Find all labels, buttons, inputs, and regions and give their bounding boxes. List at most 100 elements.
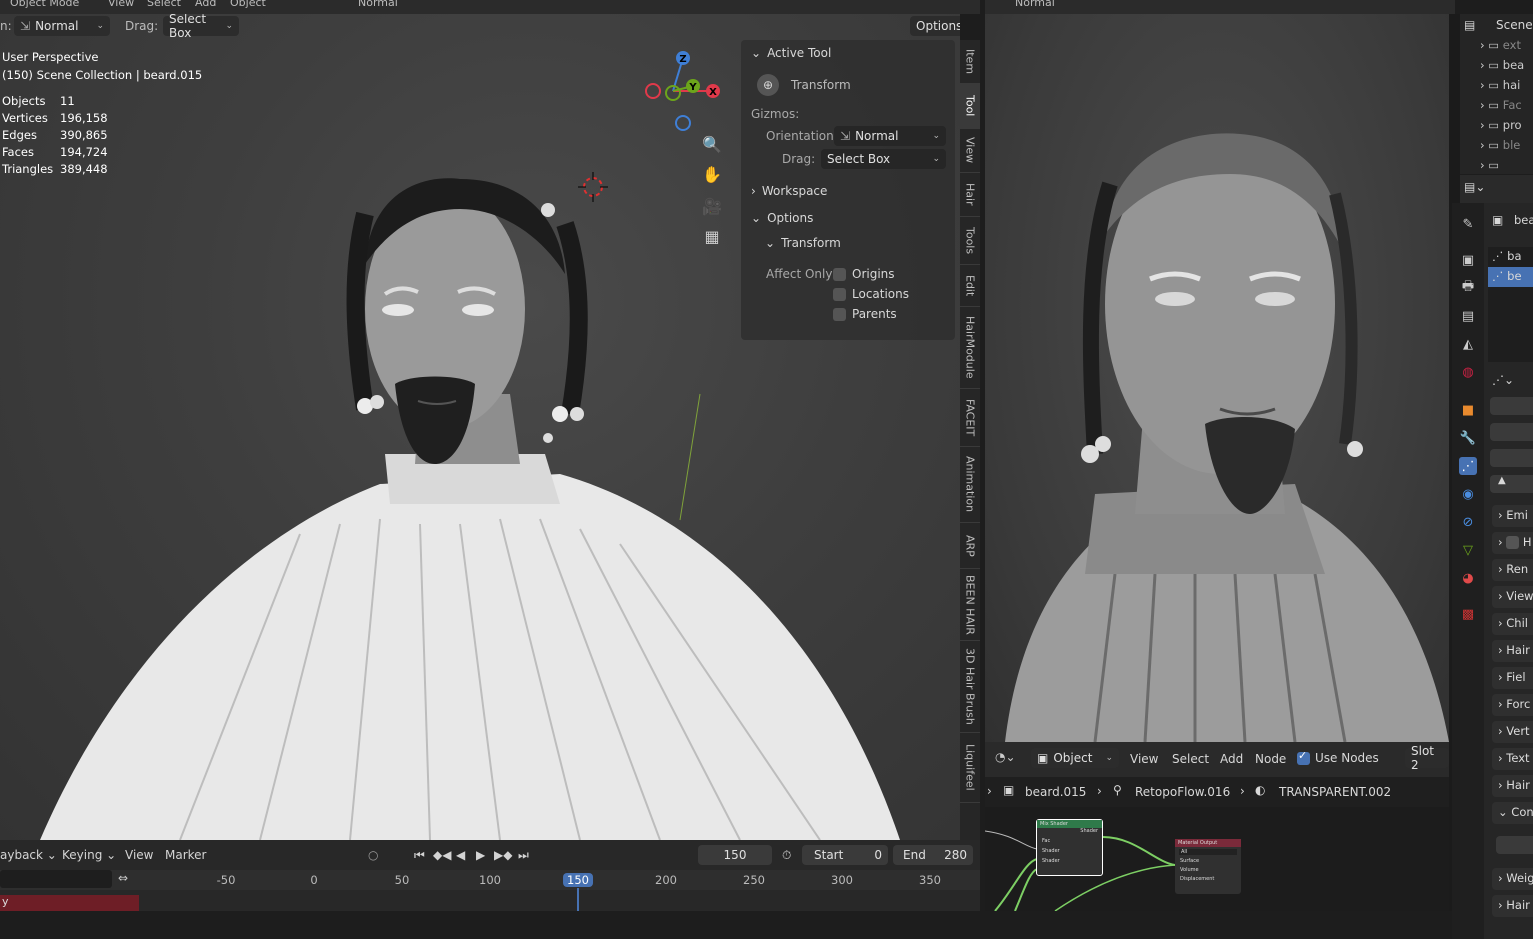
node-menu-node[interactable]: Node (1255, 752, 1286, 766)
affect-parents-checkbox[interactable]: Parents (833, 307, 897, 321)
auto-keying-icon[interactable]: ○ (368, 848, 378, 862)
world-tab-icon[interactable]: ◍ (1459, 363, 1477, 381)
right-3d-viewport[interactable] (985, 14, 1449, 742)
texture-tab-icon[interactable]: ▩ (1459, 605, 1477, 623)
transform-tool-button[interactable]: ⊕ Transform (757, 74, 851, 96)
workspace-header[interactable]: › Workspace (751, 184, 827, 198)
outliner-item[interactable]: › ▭ bea (1480, 58, 1524, 78)
outliner-item[interactable]: › ▭ Fac (1480, 98, 1522, 118)
menu-view[interactable]: View (108, 0, 134, 9)
tab-3d-hair-brush[interactable]: 3D Hair Brush (960, 641, 980, 733)
outliner-item[interactable]: › ▭ ble (1480, 138, 1520, 158)
transform-subheader[interactable]: ⌄ Transform (765, 236, 841, 250)
checkbox[interactable] (1506, 536, 1520, 549)
end-frame-field[interactable]: End 280 (893, 845, 973, 865)
particle-settings-icon[interactable]: ⋰⌄ (1492, 373, 1514, 387)
camera-view-icon[interactable]: 🎥 (700, 194, 724, 218)
breadcrumb-object[interactable]: beard.015 (1025, 785, 1086, 799)
shader-type-dropdown[interactable]: ▣ Object ⌄ (1031, 748, 1119, 768)
tab-view[interactable]: View (960, 129, 980, 173)
tab-tool[interactable]: Tool (960, 84, 980, 129)
tab-hairmodule[interactable]: HairModule (960, 307, 980, 389)
checkbox[interactable] (833, 267, 846, 281)
menu-select[interactable]: Select (147, 0, 181, 9)
view-layer-tab-icon[interactable]: ▤ (1459, 307, 1477, 325)
tool-tab-icon[interactable]: ✎ (1459, 215, 1477, 233)
jump-keyframe-forward-icon[interactable]: ▶◆ (494, 848, 512, 862)
menu-add[interactable]: Add (195, 0, 216, 9)
scene-tab-icon[interactable]: ◭ (1459, 335, 1477, 353)
panel-vertex-groups[interactable]: › Vert (1492, 721, 1533, 743)
tab-arp[interactable]: ARP (960, 523, 980, 569)
navigation-gizmo[interactable]: Z X Y (640, 48, 730, 138)
mix-shader-node[interactable]: Mix Shader Shader Fac Shader Shader (1036, 819, 1103, 876)
editor-type-icon[interactable]: ◔⌄ (995, 750, 1016, 764)
left-3d-viewport[interactable]: n: ⇲ Normal ⌄ Drag: Select Box ⌄ Options… (0, 14, 960, 840)
outliner[interactable]: ▤ Scene › ▭ ext › ▭ bea › ▭ hai › ▭ Fac … (1460, 14, 1533, 174)
tab-item[interactable]: Item (960, 40, 980, 84)
outliner-item[interactable]: › ▭ hai (1480, 78, 1520, 98)
physics-tab-icon[interactable]: ◉ (1459, 485, 1477, 503)
material-output-node[interactable]: Material Output All Surface Volume Displ… (1175, 839, 1241, 894)
particle-system-list[interactable]: ⋰ ba ⋰ be (1488, 247, 1533, 362)
checkbox[interactable] (833, 287, 846, 301)
panel-orientation-dropdown[interactable]: ⇲ Normal ⌄ (834, 126, 946, 146)
options-header[interactable]: ⌄ Options (751, 211, 813, 225)
node-canvas[interactable]: Mix Shader Shader Fac Shader Shader Mate… (985, 807, 1449, 911)
settings-field[interactable] (1490, 449, 1533, 467)
checkbox[interactable] (1297, 749, 1310, 765)
breadcrumb-material[interactable]: TRANSPARENT.002 (1279, 785, 1391, 799)
playhead-frame-label[interactable]: 150 (563, 873, 593, 887)
node-menu-add[interactable]: Add (1220, 752, 1243, 766)
output-tab-icon[interactable]: 🖶 (1459, 279, 1477, 297)
panel-render[interactable]: › Ren (1492, 559, 1533, 581)
right-transform-orientation[interactable]: Normal (1015, 0, 1055, 9)
mode-selector[interactable]: Object Mode (10, 0, 79, 9)
jump-end-icon[interactable]: ⏭ (518, 848, 529, 863)
zoom-icon[interactable]: 🔍 (700, 132, 724, 156)
timeline-search-field[interactable] (0, 870, 112, 888)
collapse-arrow-button[interactable]: ▲ (1490, 475, 1533, 493)
tab-liquifeel[interactable]: Liquifeel (960, 733, 980, 803)
custom-props-field[interactable] (1496, 836, 1533, 854)
panel-force-settings[interactable]: › Forc (1492, 694, 1533, 716)
outliner-item[interactable]: › ▭ (1480, 158, 1499, 174)
play-reverse-icon[interactable]: ◀ (456, 848, 465, 862)
marker-menu[interactable]: Marker (165, 848, 206, 862)
constraints-tab-icon[interactable]: ⊘ (1459, 513, 1477, 531)
list-item[interactable]: ⋰ be (1488, 267, 1533, 287)
affect-origins-checkbox[interactable]: Origins (833, 267, 895, 281)
panel-hair-shape-2[interactable]: › Hair (1492, 775, 1533, 797)
tab-tools[interactable]: Tools (960, 217, 980, 265)
current-frame-field[interactable]: 150 (698, 845, 772, 865)
affect-locations-checkbox[interactable]: Locations (833, 287, 909, 301)
object-tab-icon[interactable]: ■ (1459, 401, 1477, 419)
node-menu-view[interactable]: View (1130, 752, 1158, 766)
panel-emission[interactable]: › Emi (1492, 505, 1533, 527)
timeline-swap-icon[interactable]: ⇔ (118, 871, 128, 885)
transform-orientation[interactable]: Normal (358, 0, 398, 9)
material-tab-icon[interactable]: ◕ (1459, 569, 1477, 587)
use-nodes-toggle[interactable]: Use Nodes (1297, 749, 1379, 765)
start-frame-field[interactable]: Start 0 (802, 845, 888, 865)
tab-animation[interactable]: Animation (960, 447, 980, 523)
render-tab-icon[interactable]: ▣ (1459, 251, 1477, 269)
jump-keyframe-back-icon[interactable]: ◆◀ (433, 848, 451, 862)
panel-hair-dynamics[interactable]: › H (1492, 532, 1533, 554)
panel-custom-props[interactable]: ⌄ Con (1492, 802, 1533, 824)
particles-tab-icon[interactable]: ⋰ (1459, 457, 1477, 475)
active-tool-header[interactable]: ⌄ Active Tool (751, 46, 831, 60)
panel-viewport[interactable]: › View (1492, 586, 1533, 608)
play-icon[interactable]: ▶ (476, 848, 485, 862)
outliner-item[interactable]: › ▭ pro (1480, 118, 1522, 138)
playhead-line[interactable] (577, 888, 579, 911)
panel-hair-shape[interactable]: › Hair (1492, 640, 1533, 662)
breadcrumb-mesh[interactable]: RetopoFlow.016 (1135, 785, 1230, 799)
panel-children[interactable]: › Chil (1492, 613, 1533, 635)
menu-object[interactable]: Object (230, 0, 266, 9)
editor-type-icon[interactable]: ▤⌄ (1464, 180, 1485, 194)
tab-been-hair[interactable]: BEEN HAIR (960, 569, 980, 641)
tab-faceit[interactable]: FACEIT (960, 389, 980, 447)
particle-settings-field[interactable] (1490, 397, 1533, 415)
timeline-editor[interactable]: ayback ⌄ Keying ⌄ View Marker ○ ⏮ ◆◀ ◀ ▶… (0, 840, 980, 911)
